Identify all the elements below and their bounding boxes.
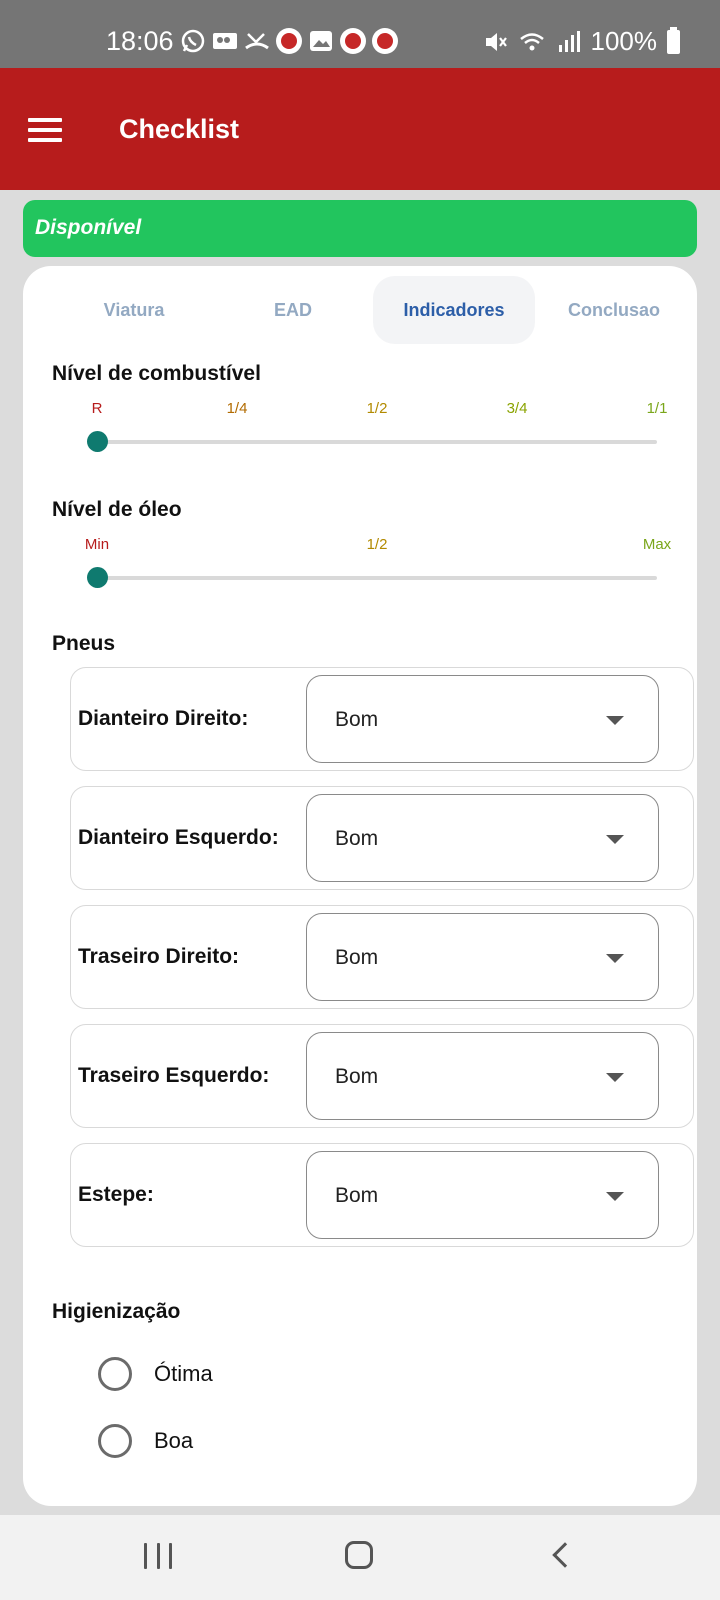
- wifi-icon: [519, 32, 544, 50]
- oil-level-labels: Min 1/2 Max: [84, 536, 672, 556]
- tire-select-value: Bom: [335, 827, 379, 850]
- fuel-level-title: Nível de combustível: [52, 362, 261, 385]
- system-icons: 100%: [483, 26, 680, 57]
- battery-icon: [667, 26, 680, 54]
- tires-title: Pneus: [52, 632, 116, 655]
- tire-row-front-left: Dianteiro Esquerdo: Bom: [70, 786, 694, 890]
- notification-icons: [180, 28, 398, 54]
- oil-level-label: Max: [642, 536, 672, 553]
- app-bar: Checklist: [0, 68, 720, 190]
- fuel-level-label: 1/4: [226, 400, 248, 417]
- status-time: 18:06: [106, 26, 174, 56]
- fuel-level-label: 1/1: [646, 400, 668, 417]
- tire-label: Traseiro Esquerdo:: [78, 1064, 270, 1087]
- recent-apps-icon[interactable]: [144, 1543, 172, 1569]
- tab-bar: Viatura EAD Indicadores Conclusao: [43, 276, 677, 344]
- status-banner: Disponível: [23, 200, 697, 257]
- app-icon: [340, 28, 366, 54]
- tire-select-value: Bom: [335, 1184, 379, 1207]
- app-icon: [372, 28, 398, 54]
- fuel-level-track[interactable]: [97, 440, 657, 444]
- fuel-level-label: 1/2: [366, 400, 388, 417]
- oil-level-thumb[interactable]: [86, 567, 108, 588]
- app-icon: [276, 28, 302, 54]
- fuel-level-slider[interactable]: R 1/4 1/2 3/4 1/1: [86, 400, 669, 460]
- tire-label: Estepe:: [78, 1183, 154, 1206]
- status-banner-text: Disponível: [35, 216, 142, 239]
- tire-select-value: Bom: [335, 1065, 379, 1088]
- fuel-level-label: R: [91, 400, 103, 417]
- fuel-level-labels: R 1/4 1/2 3/4 1/1: [87, 400, 669, 420]
- hamburger-menu-icon[interactable]: [28, 118, 62, 142]
- mute-icon: [485, 32, 507, 51]
- tire-label: Dianteiro Esquerdo:: [78, 826, 279, 849]
- tire-label: Dianteiro Direito:: [78, 707, 249, 730]
- chevron-down-icon: [606, 716, 624, 725]
- radio-button[interactable]: [98, 1424, 132, 1458]
- tire-condition-select[interactable]: Bom: [306, 794, 659, 882]
- radio-label: Ótima: [154, 1361, 213, 1386]
- tire-condition-select[interactable]: Bom: [306, 1032, 659, 1120]
- missed-call-icon: [245, 33, 269, 50]
- radio-button[interactable]: [98, 1357, 132, 1391]
- navigation-bar: [0, 1515, 720, 1600]
- hygiene-option[interactable]: Ótima: [98, 1357, 213, 1391]
- hygiene-title: Higienização: [52, 1300, 181, 1323]
- fuel-level-thumb[interactable]: [86, 431, 108, 452]
- tire-row-spare: Estepe: Bom: [70, 1143, 694, 1247]
- oil-level-track[interactable]: [97, 576, 657, 580]
- tab-ead[interactable]: EAD: [212, 276, 374, 344]
- page-title: Checklist: [119, 114, 240, 144]
- checklist-card: Viatura EAD Indicadores Conclusao Nível …: [23, 266, 697, 1506]
- radio-label: Boa: [154, 1428, 194, 1453]
- tire-condition-select[interactable]: Bom: [306, 675, 659, 763]
- back-icon[interactable]: [552, 1542, 578, 1568]
- tire-condition-select[interactable]: Bom: [306, 913, 659, 1001]
- fuel-level-label: 3/4: [506, 400, 528, 417]
- battery-percentage: 100%: [590, 26, 658, 56]
- status-bar: 18:06 100%: [0, 0, 720, 68]
- oil-level-slider[interactable]: Min 1/2 Max: [84, 536, 672, 596]
- chevron-down-icon: [606, 1073, 624, 1082]
- tire-row-rear-left: Traseiro Esquerdo: Bom: [70, 1024, 694, 1128]
- chevron-down-icon: [606, 835, 624, 844]
- tire-row-front-right: Dianteiro Direito: Bom: [70, 667, 694, 771]
- tire-label: Traseiro Direito:: [78, 945, 240, 968]
- tab-viatura[interactable]: Viatura: [53, 276, 215, 344]
- tire-select-value: Bom: [335, 946, 379, 969]
- tire-row-rear-right: Traseiro Direito: Bom: [70, 905, 694, 1009]
- signal-icon: [558, 30, 580, 52]
- tire-condition-select[interactable]: Bom: [306, 1151, 659, 1239]
- hygiene-option[interactable]: Boa: [98, 1424, 193, 1458]
- tab-conclusao[interactable]: Conclusao: [533, 276, 695, 344]
- tab-indicadores[interactable]: Indicadores: [373, 276, 535, 344]
- chevron-down-icon: [606, 954, 624, 963]
- whatsapp-icon: [181, 29, 205, 53]
- oil-level-title: Nível de óleo: [52, 498, 182, 521]
- oil-level-label: Min: [84, 536, 110, 553]
- voicemail-icon: [213, 33, 237, 49]
- home-icon[interactable]: [345, 1541, 373, 1569]
- tire-select-value: Bom: [335, 708, 379, 731]
- image-icon: [310, 31, 332, 51]
- chevron-down-icon: [606, 1192, 624, 1201]
- oil-level-label: 1/2: [366, 536, 388, 553]
